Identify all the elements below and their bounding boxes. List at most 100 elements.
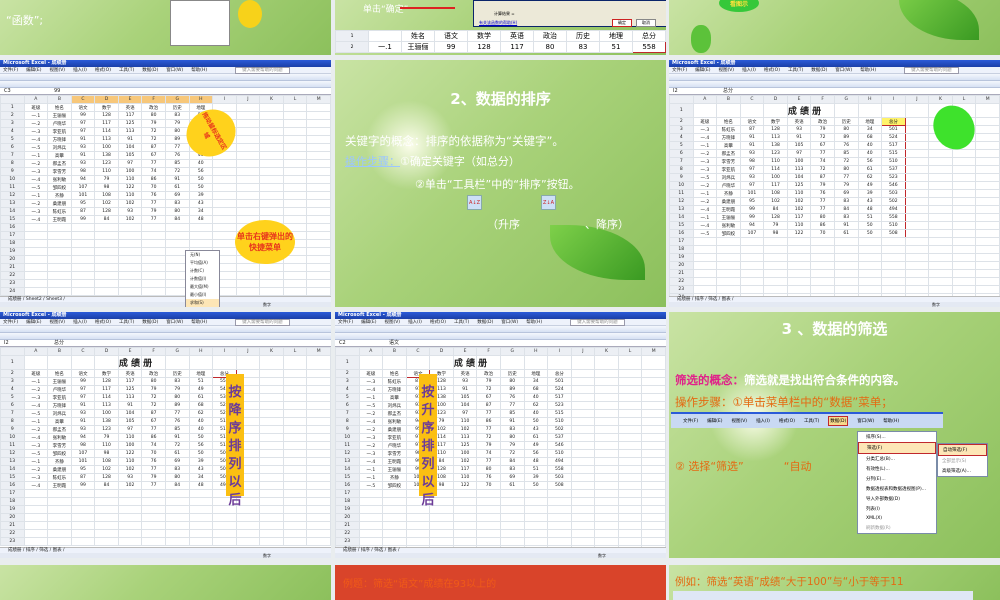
- cell[interactable]: [282, 529, 308, 538]
- cell[interactable]: [282, 425, 308, 434]
- cell[interactable]: 546: [547, 441, 572, 450]
- cell[interactable]: 122: [786, 229, 812, 238]
- cell[interactable]: 84: [499, 457, 525, 466]
- row-number[interactable]: 1: [0, 355, 25, 370]
- cell[interactable]: [235, 521, 261, 530]
- cell[interactable]: [70, 255, 96, 264]
- menu-item[interactable]: 窗口(W): [166, 320, 183, 325]
- cell[interactable]: [358, 505, 384, 514]
- cell[interactable]: [23, 255, 49, 264]
- cell[interactable]: [259, 537, 284, 546]
- cell[interactable]: [833, 245, 859, 254]
- cell[interactable]: 110: [117, 433, 143, 442]
- menu-item[interactable]: 编辑(E): [26, 320, 41, 325]
- cell[interactable]: [235, 263, 261, 272]
- cell[interactable]: 50: [523, 417, 549, 426]
- row-number[interactable]: 23: [335, 537, 360, 546]
- cell[interactable]: [47, 355, 72, 370]
- cell[interactable]: 成 绩 册: [117, 355, 152, 370]
- column-header[interactable]: E: [117, 95, 143, 104]
- cell[interactable]: 48: [188, 215, 214, 224]
- cell[interactable]: 125: [452, 441, 478, 450]
- column-header[interactable]: M: [306, 95, 331, 104]
- cell[interactable]: [306, 199, 331, 208]
- cell[interactable]: [617, 393, 643, 402]
- cell[interactable]: [476, 497, 501, 506]
- cell[interactable]: [259, 135, 284, 144]
- cell[interactable]: 102: [117, 215, 143, 224]
- header-cell[interactable]: 地理: [188, 369, 214, 378]
- cell[interactable]: [570, 473, 596, 482]
- cell[interactable]: 77: [476, 425, 501, 434]
- cell[interactable]: [641, 401, 666, 410]
- cell[interactable]: [951, 181, 977, 190]
- cell[interactable]: 一.5: [23, 409, 49, 418]
- cell[interactable]: 76: [499, 393, 525, 402]
- menu-item[interactable]: 窗口(W): [835, 68, 852, 73]
- cell[interactable]: [833, 277, 859, 286]
- cell[interactable]: 138: [763, 141, 788, 150]
- cell[interactable]: [570, 457, 596, 466]
- cell[interactable]: 61: [857, 165, 883, 174]
- cell[interactable]: 98: [94, 183, 119, 192]
- slide-excel-select-total[interactable]: Microsoft Excel - 成绩册 文件(F) 编辑(E) 视图(V) 插入(I…: [669, 60, 1000, 307]
- cell[interactable]: 70: [141, 183, 166, 192]
- cell[interactable]: [692, 277, 718, 286]
- column-header[interactable]: M: [306, 347, 331, 356]
- cell[interactable]: [94, 247, 119, 256]
- cell[interactable]: [786, 269, 812, 278]
- cell[interactable]: [570, 465, 596, 474]
- cell[interactable]: [594, 449, 619, 458]
- cell[interactable]: [928, 165, 953, 174]
- cell[interactable]: 79: [94, 175, 119, 184]
- cell[interactable]: 110: [763, 157, 788, 166]
- cell[interactable]: 128: [94, 111, 119, 120]
- cell[interactable]: [951, 189, 977, 198]
- cell[interactable]: [70, 513, 96, 522]
- row-number[interactable]: 4: [0, 385, 25, 394]
- cell[interactable]: 刘炜兵: [47, 409, 72, 418]
- cell[interactable]: [786, 253, 812, 262]
- cell[interactable]: [547, 489, 572, 498]
- cell[interactable]: [259, 433, 284, 442]
- row-number[interactable]: 21: [0, 263, 25, 272]
- cell[interactable]: 72: [476, 385, 501, 394]
- standard-toolbar[interactable]: [335, 326, 666, 333]
- cell[interactable]: 138: [94, 417, 119, 426]
- cell[interactable]: [570, 537, 596, 546]
- cell[interactable]: [188, 223, 214, 232]
- data-menu-item[interactable]: 分列(E)...: [858, 474, 936, 484]
- cell[interactable]: [499, 497, 525, 506]
- header-cell[interactable]: 班级: [358, 369, 384, 378]
- cell[interactable]: 72: [164, 167, 190, 176]
- cell[interactable]: 91: [117, 401, 143, 410]
- header-cell[interactable]: 总分: [547, 369, 572, 378]
- cell[interactable]: 一.3: [23, 127, 49, 136]
- cell[interactable]: 76: [833, 141, 859, 150]
- corner[interactable]: [0, 347, 25, 356]
- menu-item[interactable]: 窗口(W): [166, 68, 183, 73]
- cell[interactable]: [928, 285, 953, 294]
- cell[interactable]: [786, 277, 812, 286]
- header-cell[interactable]: 地理: [523, 369, 549, 378]
- help-link[interactable]: 有关该函数的帮助(H): [479, 20, 517, 26]
- cell[interactable]: [282, 183, 308, 192]
- cell[interactable]: [594, 393, 619, 402]
- cell[interactable]: 72: [141, 127, 166, 136]
- header-cell[interactable]: [641, 369, 666, 378]
- cell[interactable]: [235, 111, 261, 120]
- cell[interactable]: 100: [763, 173, 788, 182]
- cell[interactable]: 61: [499, 481, 525, 490]
- cell[interactable]: [306, 449, 331, 458]
- cell[interactable]: [141, 537, 166, 546]
- cell[interactable]: 一.1: [23, 191, 49, 200]
- data-menu-item[interactable]: 有效性(L)...: [858, 464, 936, 474]
- column-header[interactable]: F: [810, 95, 835, 104]
- cell[interactable]: [499, 355, 525, 370]
- cell[interactable]: [641, 449, 666, 458]
- header-cell[interactable]: [617, 369, 643, 378]
- cell[interactable]: [547, 497, 572, 506]
- row-number[interactable]: 15: [669, 221, 694, 230]
- column-header[interactable]: M: [975, 95, 1000, 104]
- row-number[interactable]: 15: [335, 473, 360, 482]
